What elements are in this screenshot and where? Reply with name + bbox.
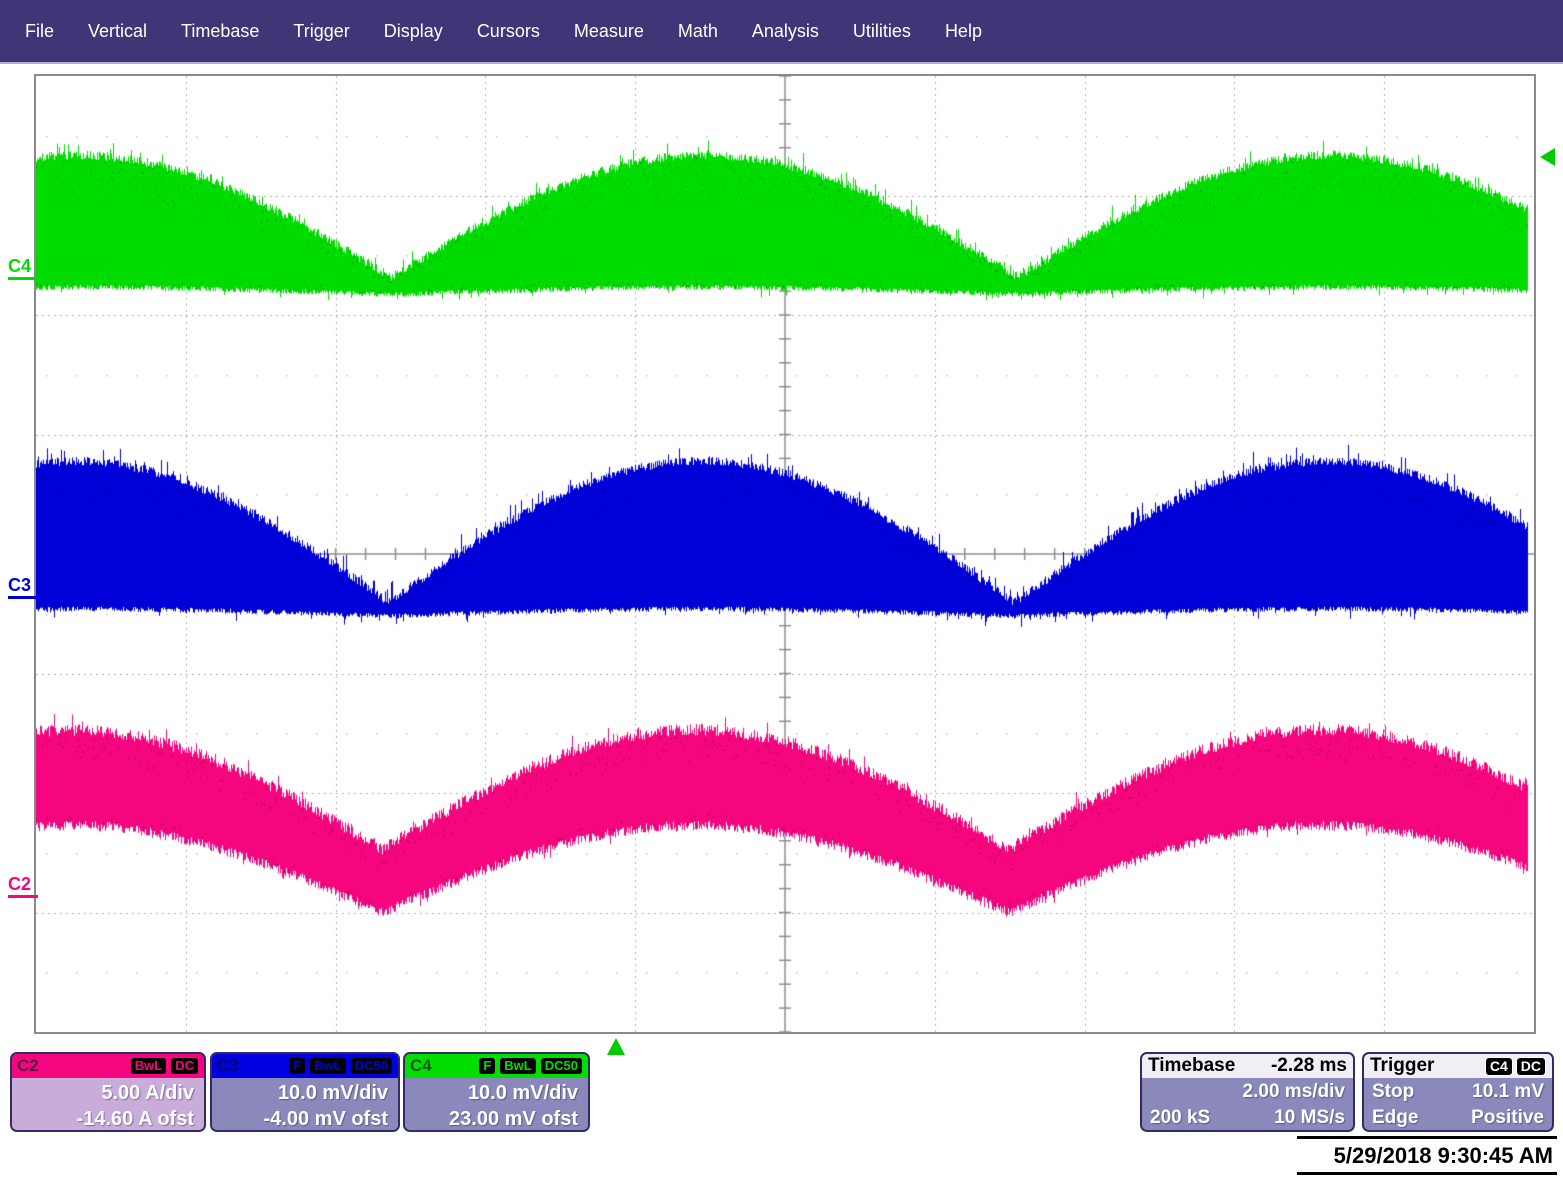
menu-item-trigger[interactable]: Trigger <box>276 21 366 42</box>
channel-offset-dash-icon <box>8 596 38 599</box>
timebase-body: 2.00 ms/div 200 kS 10 MS/s <box>1142 1078 1353 1131</box>
trigger-descriptor[interactable]: Trigger C4 DC Stop 10.1 mV Edge Positive <box>1362 1052 1554 1132</box>
channel-position-label-text: C3 <box>8 575 31 595</box>
menu-item-analysis[interactable]: Analysis <box>735 21 836 42</box>
channel-descriptor-header: C2 BwL DC <box>12 1054 204 1078</box>
bandwidth-limit-badge: BwL <box>499 1057 536 1075</box>
waveform-graticule <box>34 74 1536 1034</box>
channel-position-label-c3[interactable]: C3 <box>8 576 38 599</box>
menu-item-cursors[interactable]: Cursors <box>460 21 557 42</box>
timebase-rate-value: 10 MS/s <box>1274 1105 1345 1131</box>
channel-descriptor-body: 10.0 mV/div -4.00 mV ofst <box>212 1078 398 1132</box>
trigger-mode-label: Stop <box>1372 1079 1414 1105</box>
channel-id-label: C2 <box>17 1056 39 1076</box>
timebase-samples-value: 200 kS <box>1150 1105 1210 1131</box>
trigger-level-marker-icon[interactable] <box>1540 148 1555 166</box>
timebase-title: Timebase <box>1148 1055 1235 1077</box>
coupling-badge: DC50 <box>350 1057 393 1075</box>
channel-id-label: C4 <box>410 1056 432 1076</box>
bandwidth-limit-badge: BwL <box>130 1057 167 1075</box>
menu-item-vertical[interactable]: Vertical <box>71 21 164 42</box>
channel-scale-value: 10.0 mV/div <box>409 1080 578 1106</box>
trigger-source-badge: C4 <box>1485 1057 1513 1076</box>
trigger-time-marker-icon[interactable] <box>607 1038 625 1055</box>
timebase-delay-value: -2.28 ms <box>1271 1055 1347 1077</box>
trigger-coupling-badge: DC <box>1516 1057 1546 1076</box>
channel-descriptor-header: C3 F BwL DC50 <box>212 1054 398 1078</box>
channel-descriptor-c2[interactable]: C2 BwL DC 5.00 A/div -14.60 A ofst <box>10 1052 206 1132</box>
menu-item-display[interactable]: Display <box>367 21 460 42</box>
channel-badges: F BwL DC50 <box>288 1057 393 1075</box>
channel-descriptor-body: 10.0 mV/div 23.00 mV ofst <box>405 1078 588 1132</box>
bandwidth-limit-badge: BwL <box>309 1057 346 1075</box>
timebase-descriptor[interactable]: Timebase -2.28 ms 2.00 ms/div 200 kS 10 … <box>1140 1052 1355 1132</box>
channel-offset-value: 23.00 mV ofst <box>409 1106 578 1132</box>
menu-item-math[interactable]: Math <box>661 21 735 42</box>
trigger-title: Trigger <box>1370 1055 1434 1077</box>
channel-scale-value: 5.00 A/div <box>16 1080 194 1106</box>
menu-item-utilities[interactable]: Utilities <box>836 21 928 42</box>
channel-offset-dash-icon <box>8 895 38 898</box>
channel-descriptor-header: C4 F BwL DC50 <box>405 1054 588 1078</box>
channel-id-label: C3 <box>217 1056 239 1076</box>
trigger-slope-value: Positive <box>1471 1105 1544 1131</box>
channel-position-label-text: C2 <box>8 874 31 894</box>
trigger-header: Trigger C4 DC <box>1364 1054 1552 1078</box>
waveform-traces-canvas <box>36 76 1534 1032</box>
timestamp-text: 5/29/2018 9:30:45 AM <box>1297 1139 1557 1172</box>
timebase-scale-value: 2.00 ms/div <box>1150 1079 1345 1105</box>
channel-badges: BwL DC <box>130 1057 199 1075</box>
trigger-badges: C4 DC <box>1485 1057 1546 1076</box>
channel-position-label-c4[interactable]: C4 <box>8 257 38 280</box>
channel-offset-dash-icon <box>8 277 38 280</box>
channel-badges: F BwL DC50 <box>478 1057 583 1075</box>
timebase-header: Timebase -2.28 ms <box>1142 1054 1353 1078</box>
coupling-badge: DC <box>170 1057 199 1075</box>
menu-bar: File Vertical Timebase Trigger Display C… <box>0 0 1563 64</box>
channel-scale-value: 10.0 mV/div <box>216 1080 388 1106</box>
menu-item-measure[interactable]: Measure <box>557 21 661 42</box>
channel-position-label-c2[interactable]: C2 <box>8 875 38 898</box>
filter-badge: F <box>478 1057 496 1075</box>
trigger-level-value: 10.1 mV <box>1472 1079 1544 1105</box>
channel-offset-value: -14.60 A ofst <box>16 1106 194 1132</box>
oscilloscope-screen: File Vertical Timebase Trigger Display C… <box>0 0 1563 1180</box>
trigger-type-label: Edge <box>1372 1105 1418 1131</box>
channel-offset-value: -4.00 mV ofst <box>216 1106 388 1132</box>
channel-position-label-text: C4 <box>8 256 31 276</box>
filter-badge: F <box>288 1057 306 1075</box>
menu-item-file[interactable]: File <box>8 21 71 42</box>
menu-item-timebase[interactable]: Timebase <box>164 21 276 42</box>
trigger-body: Stop 10.1 mV Edge Positive <box>1364 1078 1552 1131</box>
coupling-badge: DC50 <box>540 1057 583 1075</box>
channel-descriptor-body: 5.00 A/div -14.60 A ofst <box>12 1078 204 1132</box>
channel-descriptor-c3[interactable]: C3 F BwL DC50 10.0 mV/div -4.00 mV ofst <box>210 1052 400 1132</box>
menu-item-help[interactable]: Help <box>928 21 999 42</box>
channel-descriptor-c4[interactable]: C4 F BwL DC50 10.0 mV/div 23.00 mV ofst <box>403 1052 590 1132</box>
timestamp-block: 5/29/2018 9:30:45 AM <box>1297 1136 1557 1175</box>
